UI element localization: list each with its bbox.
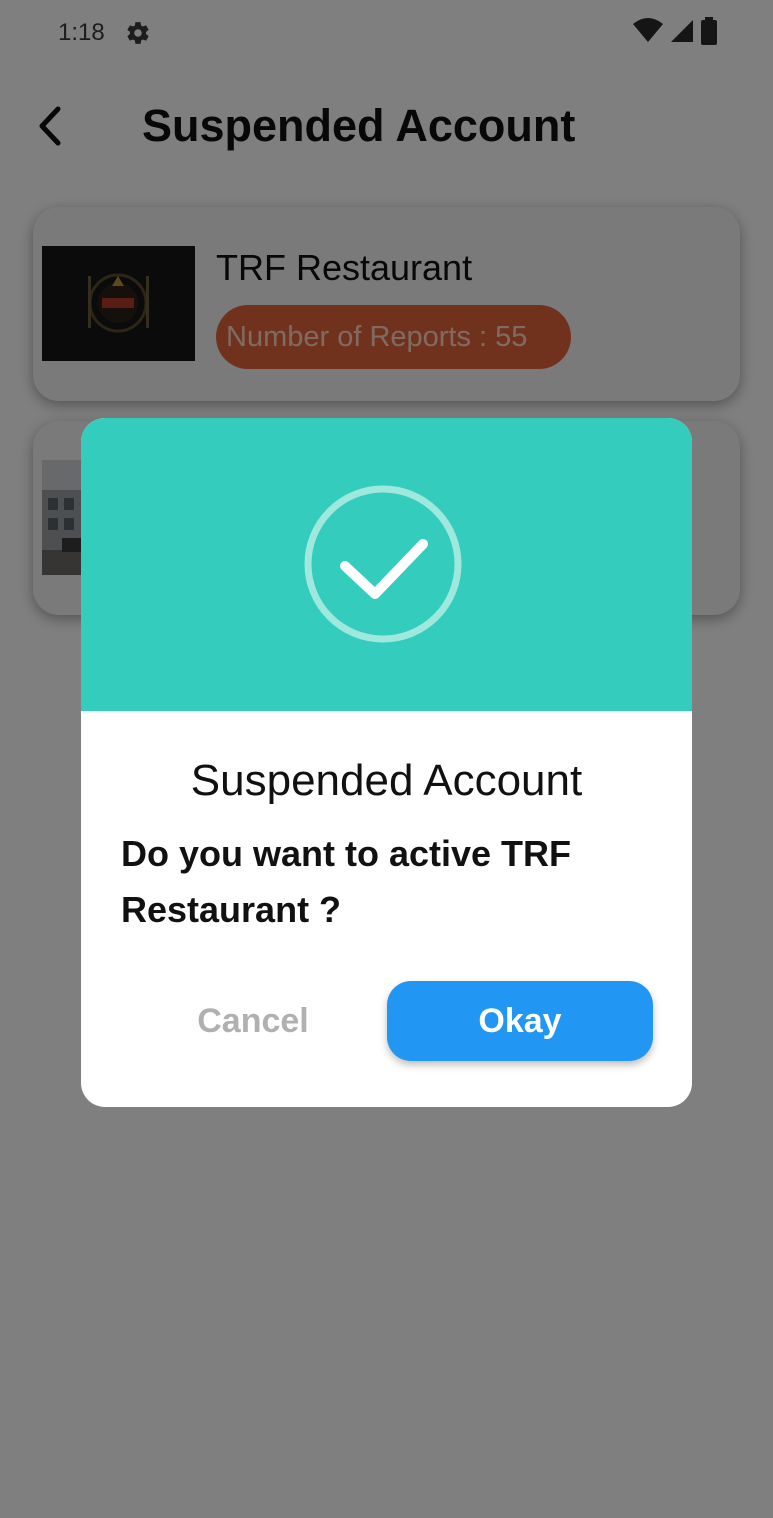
dialog-header — [81, 418, 692, 711]
app-screen: 1:18 Suspended Account — [0, 0, 773, 1518]
cancel-button[interactable]: Cancel — [167, 981, 339, 1061]
dialog-title: Suspended Account — [190, 756, 583, 805]
confirm-dialog: Suspended Account Do you want to active … — [81, 418, 692, 1107]
dialog-message: Do you want to active TRF Restaurant ? — [121, 833, 572, 930]
check-circle-icon — [304, 485, 462, 643]
okay-button[interactable]: Okay — [387, 981, 653, 1061]
